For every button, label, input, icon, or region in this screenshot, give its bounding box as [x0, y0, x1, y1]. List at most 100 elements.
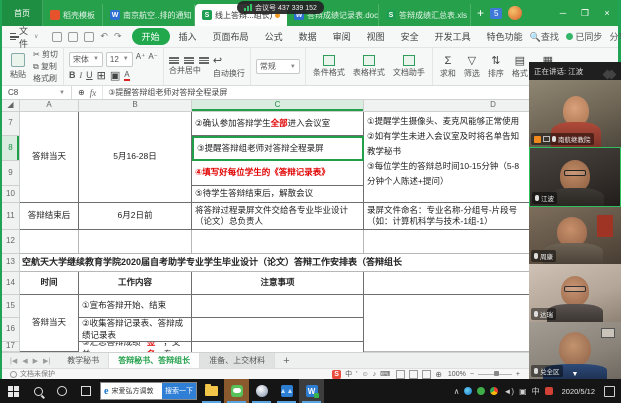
- ime-punct-icon[interactable]: ': [356, 371, 357, 378]
- meeting-app-button[interactable]: ▲▲: [274, 379, 299, 403]
- cell-c16[interactable]: [192, 318, 364, 342]
- table-style-button[interactable]: 表格样式: [351, 55, 387, 78]
- cortana-button[interactable]: [50, 379, 74, 403]
- row-header-8[interactable]: 8: [2, 136, 20, 161]
- sheet-tab-defense-secretary[interactable]: 答辩秘书、答辩组长: [109, 353, 200, 368]
- ribbon-tab-home[interactable]: 开始: [132, 28, 170, 45]
- user-avatar[interactable]: [508, 6, 522, 20]
- cell-d7-merged[interactable]: ①提醒学生摄像头、麦克风能够正常使用 ②如有学生未进入会议室及时将名单告知教学秘…: [364, 112, 530, 203]
- italic-button[interactable]: I: [79, 71, 82, 80]
- font-name-select[interactable]: 宋体▼: [69, 52, 103, 67]
- ribbon-tab-pagelayout[interactable]: 页面布局: [206, 28, 256, 45]
- preview-icon[interactable]: [84, 32, 94, 42]
- ribbon-tab-insert[interactable]: 插入: [172, 28, 204, 45]
- cell-c12[interactable]: [192, 230, 364, 254]
- cell-d15[interactable]: [364, 295, 530, 352]
- font-size-select[interactable]: 12▼: [106, 52, 133, 67]
- find-button[interactable]: 🔍查找: [530, 30, 559, 43]
- print-icon[interactable]: [68, 32, 78, 42]
- name-box[interactable]: C8 ▼: [2, 86, 72, 99]
- tray-sogou-icon[interactable]: [545, 387, 553, 395]
- row-header-16[interactable]: 16: [2, 318, 20, 342]
- cell-a12[interactable]: [20, 230, 79, 254]
- fill-color-button[interactable]: ▣: [110, 69, 120, 82]
- wrap-text-button[interactable]: 自动换行: [213, 68, 245, 79]
- close-button[interactable]: ×: [596, 0, 618, 26]
- ribbon-tab-data[interactable]: 数据: [292, 28, 324, 45]
- cell-d12[interactable]: [364, 230, 530, 254]
- cell-c15[interactable]: [192, 295, 364, 318]
- video-tile-4[interactable]: 达瑞: [529, 264, 621, 322]
- row-header-9[interactable]: 9: [2, 161, 20, 186]
- prev-sheet-button[interactable]: ◀: [22, 357, 27, 365]
- formula-content[interactable]: ③提醒答辩组老师对答辩全程录屏: [103, 87, 232, 98]
- col-header-c[interactable]: C: [192, 100, 364, 112]
- insert-function-icon[interactable]: ⊕: [78, 88, 85, 97]
- merge-center-button[interactable]: 合并居中: [169, 65, 209, 76]
- col-header-a[interactable]: A: [20, 100, 79, 112]
- paste-button[interactable]: 粘贴: [7, 53, 29, 80]
- redo-icon[interactable]: ↷: [114, 31, 122, 42]
- underline-button[interactable]: U: [86, 70, 93, 80]
- ime-mic-icon[interactable]: ♪: [373, 371, 377, 378]
- doc-assistant-button[interactable]: 文档助手: [391, 55, 427, 78]
- doc-tab-docer[interactable]: 稻壳模板: [43, 4, 103, 26]
- align-right-button[interactable]: [199, 57, 209, 64]
- zoom-out-button[interactable]: −: [470, 371, 474, 378]
- sort-button[interactable]: ⇅ 排序: [486, 54, 506, 79]
- cell-b14-header-work[interactable]: 工作内容: [79, 272, 192, 295]
- contacts-app-button[interactable]: [249, 379, 274, 403]
- format-painter-button[interactable]: 格式刷: [33, 73, 58, 84]
- taskbar-clock[interactable]: 2020/5/12: [558, 387, 599, 396]
- format-button[interactable]: ▤ 格式: [510, 54, 530, 79]
- sheet-tab-teaching-secretary[interactable]: 教学秘书: [58, 353, 109, 368]
- undo-icon[interactable]: ↶: [100, 31, 108, 42]
- break-view-button[interactable]: [422, 370, 431, 379]
- ribbon-tab-review[interactable]: 审阅: [326, 28, 358, 45]
- tab-count-badge[interactable]: 5: [490, 8, 502, 19]
- row-header-17[interactable]: 17: [2, 342, 20, 352]
- row-header-10[interactable]: 10: [2, 186, 20, 203]
- video-tile-5[interactable]: 兑全区 ▼: [529, 322, 621, 379]
- zoom-level[interactable]: 100%: [448, 371, 466, 378]
- number-format-select[interactable]: 常规▼: [256, 59, 300, 74]
- copy-button[interactable]: ⧉ 复制: [33, 61, 58, 72]
- select-all-corner[interactable]: ◢: [2, 100, 20, 112]
- sogou-icon[interactable]: S: [332, 370, 341, 379]
- share-button[interactable]: 分享: [609, 30, 621, 43]
- row-header-13[interactable]: 13: [2, 254, 20, 272]
- doc-tab-summary-xls[interactable]: S 答辩成绩汇总表.xls: [379, 4, 471, 26]
- ime-mode[interactable]: 中: [345, 369, 352, 379]
- cell-b7-merged[interactable]: 5月16-28日: [79, 112, 192, 203]
- cell-a15-merged[interactable]: 答辩当天: [20, 295, 79, 352]
- cell-b16[interactable]: ②收集答辩记录表、答辩成绩记录表: [79, 318, 192, 342]
- file-menu[interactable]: 文件 ∨: [2, 24, 46, 50]
- tray-expand-chevron[interactable]: ∧: [454, 387, 460, 396]
- action-center-icon[interactable]: [604, 386, 615, 397]
- conditional-format-button[interactable]: 条件格式: [311, 55, 347, 78]
- normal-view-button[interactable]: [396, 370, 405, 379]
- filter-button[interactable]: ▽ 筛选: [462, 54, 482, 79]
- video-tile-speaker[interactable]: 江波: [529, 147, 621, 207]
- font-shrink-button[interactable]: A⁻: [148, 52, 158, 67]
- tray-chrome-icon[interactable]: [490, 387, 498, 395]
- bold-button[interactable]: B: [69, 70, 76, 80]
- video-tile-3[interactable]: 周康: [529, 207, 621, 264]
- ime-emoji-icon[interactable]: ☺: [361, 371, 368, 378]
- video-tile-host[interactable]: 南航继教院: [529, 80, 621, 147]
- ime-indicator[interactable]: 中: [532, 386, 540, 397]
- cell-d14[interactable]: [364, 272, 530, 295]
- new-tab-button[interactable]: +: [471, 6, 490, 20]
- cell-b17[interactable]: ③汇总答辩成绩并签名，交专: [79, 342, 192, 352]
- zoom-in-button[interactable]: +: [516, 371, 520, 378]
- ribbon-tab-special[interactable]: 特色功能: [480, 28, 530, 45]
- cell-b15[interactable]: ①宣布答辩开始、结束: [79, 295, 192, 318]
- save-icon[interactable]: [52, 32, 62, 42]
- cell-d11[interactable]: 录屏文件命名：专业名称-分组号-片段号（如：计算机科学与技术-1组-1）: [364, 203, 530, 230]
- cell-a11[interactable]: 答辩结束后: [20, 203, 79, 230]
- fx-icon[interactable]: fx: [90, 88, 97, 98]
- font-color-button[interactable]: A: [124, 70, 129, 81]
- align-left-button[interactable]: [169, 57, 179, 64]
- cell-a7-merged[interactable]: 答辩当天: [20, 112, 79, 203]
- cell-b12[interactable]: [79, 230, 192, 254]
